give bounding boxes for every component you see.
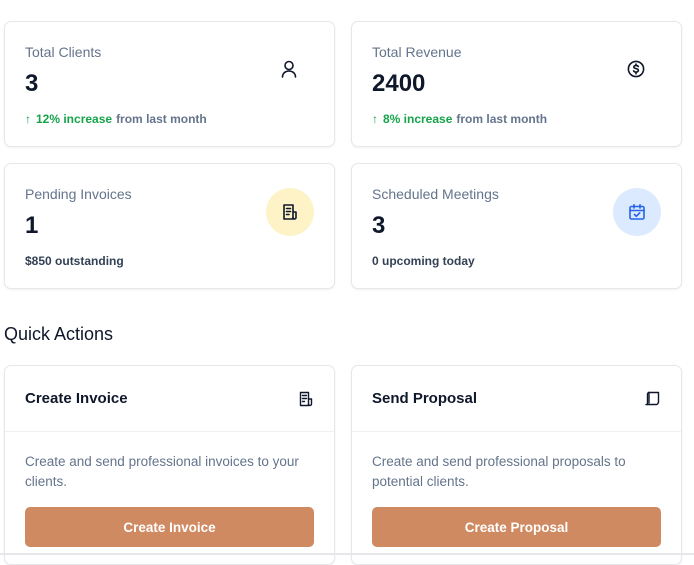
arrow-up-icon: ↑: [372, 112, 378, 126]
stat-label: Pending Invoices: [25, 186, 132, 202]
stat-value: 3: [372, 212, 386, 239]
action-card-title: Send Proposal: [372, 390, 478, 407]
trend-period: from last month: [456, 112, 548, 126]
stat-label: Total Clients: [25, 44, 102, 60]
dollar-circle-icon: [627, 60, 645, 78]
trend-percentage: 8% increase: [383, 112, 453, 126]
stat-label: Total Revenue: [372, 44, 462, 60]
stat-note-text: 0 upcoming today: [372, 254, 475, 268]
action-card-title: Create Invoice: [25, 390, 128, 407]
stat-value: 3: [25, 70, 39, 97]
stat-trend: ↑ 8% increase from last month: [372, 112, 547, 126]
create-proposal-button[interactable]: Create Proposal: [372, 507, 661, 547]
stat-label: Scheduled Meetings: [372, 186, 499, 202]
action-card-description: Create and send professional invoices to…: [25, 454, 299, 489]
trend-period: from last month: [116, 112, 207, 126]
scroll-icon: [645, 391, 661, 407]
stat-value: 1: [25, 212, 39, 239]
user-icon: [280, 60, 298, 78]
stat-trend: ↑ 12% increase from last month: [25, 112, 207, 126]
stat-card-total-clients: Total Clients 3 ↑ 12% increase from last…: [4, 21, 335, 147]
quick-actions-title: Quick Actions: [4, 324, 114, 344]
trend-percentage: 12% increase: [36, 112, 113, 126]
action-card-header: Create Invoice: [5, 366, 334, 432]
stat-note: $850 outstanding: [25, 254, 124, 268]
action-card-send-proposal: Send Proposal Create and send profession…: [351, 365, 682, 565]
arrow-up-icon: ↑: [25, 112, 31, 126]
calendar-icon-badge: [613, 188, 661, 236]
create-invoice-button[interactable]: Create Invoice: [25, 507, 314, 547]
stat-value: 2400: [372, 70, 426, 97]
action-card-description: Create and send professional proposals t…: [372, 454, 626, 489]
action-card-header: Send Proposal: [352, 366, 681, 432]
stat-note: 0 upcoming today: [372, 254, 475, 268]
invoice-icon-badge: [266, 188, 314, 236]
action-card-create-invoice: Create Invoice Create and send professio…: [4, 365, 335, 565]
stat-card-pending-invoices: Pending Invoices 1 $850 outstanding: [4, 163, 335, 289]
calendar-check-icon: [628, 203, 646, 221]
invoice-icon: [281, 203, 299, 221]
stat-note-text: $850 outstanding: [25, 254, 124, 268]
stat-card-total-revenue: Total Revenue 2400 ↑ 8% increase from la…: [351, 21, 682, 147]
receipt-icon: [298, 391, 314, 407]
stat-card-scheduled-meetings: Scheduled Meetings 3 0 upcoming today: [351, 163, 682, 289]
